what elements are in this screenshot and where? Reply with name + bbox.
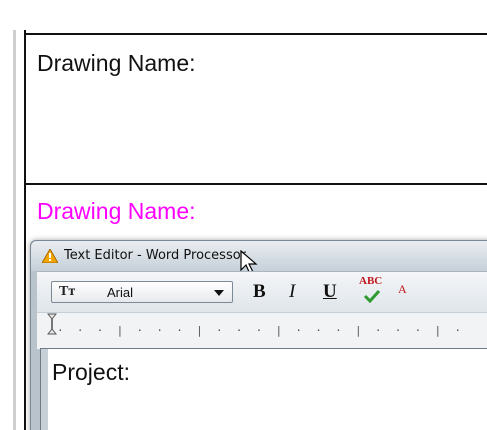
formatting-toolbar: Tт Arial B I U ABC A: [37, 271, 487, 312]
document-text-area[interactable]: Project:: [40, 348, 487, 430]
window-title-bar[interactable]: Text Editor - Word Processor: [31, 241, 487, 275]
spell-check-label: ABC: [359, 275, 383, 287]
sheet-divider-top: [24, 33, 487, 35]
underline-button[interactable]: U: [323, 281, 337, 303]
font-icon: Tт: [59, 284, 76, 299]
font-family-value: Arial: [107, 285, 134, 300]
italic-button[interactable]: I: [289, 281, 295, 303]
font-size-button[interactable]: A: [398, 282, 407, 297]
window-title: Text Editor - Word Processor: [64, 248, 247, 263]
checkmark-icon: [363, 289, 381, 303]
document-margin-bar: [41, 349, 48, 430]
ruler-marks: · · · | · · · | · · · | · · · | · · · | …: [57, 324, 461, 337]
screen: Drawing Name: Drawing Name: Text Editor …: [0, 0, 487, 430]
font-family-select[interactable]: Tт Arial: [51, 281, 233, 303]
drawing-name-label: Drawing Name:: [37, 50, 196, 76]
text-editor-window[interactable]: Text Editor - Word Processor Tт Arial B …: [30, 240, 487, 430]
chevron-down-icon[interactable]: [214, 290, 224, 296]
sheet-divider-middle: [24, 183, 487, 185]
bold-button[interactable]: B: [253, 281, 266, 303]
spell-check-button[interactable]: ABC: [357, 275, 387, 309]
indent-marker-icon[interactable]: [47, 313, 57, 335]
ruler[interactable]: · · · | · · · | · · · | · · · | · · · | …: [37, 312, 487, 349]
drawing-name-label-highlighted[interactable]: Drawing Name:: [37, 198, 196, 225]
sheet-border-outer: [13, 30, 16, 430]
document-text[interactable]: Project:: [52, 359, 130, 386]
warning-icon: [42, 249, 58, 263]
sheet-border-left: [24, 30, 26, 430]
